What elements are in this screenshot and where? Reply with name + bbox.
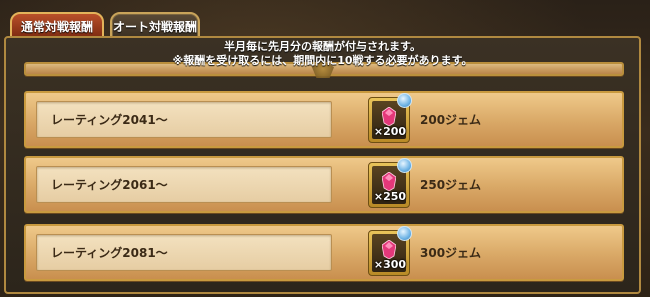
notice-line-1: 半月毎に先月分の報酬が付与されます。	[224, 40, 421, 53]
reward-quantity: ×200	[373, 125, 407, 138]
reward-quantity: ×250	[373, 190, 407, 203]
tab-normal-label: 通常対戦報酬	[20, 19, 93, 34]
water-drop-icon	[397, 93, 412, 108]
reward-amount: 200ジェム	[420, 113, 482, 127]
tab-auto-label: オート対戦報酬	[112, 19, 197, 34]
reward-row: レーティング2061～ ×250 250ジェム	[24, 156, 624, 213]
water-drop-icon	[397, 226, 412, 241]
rating-label: レーティング2081～	[36, 234, 332, 271]
reward-amount: 300ジェム	[420, 246, 482, 260]
water-drop-icon	[397, 158, 412, 173]
reward-item-slot[interactable]: ×300	[368, 226, 412, 276]
rewards-panel: 半月毎に先月分の報酬が付与されます。 ※報酬を受け取るには、期間内に10戦する必…	[4, 36, 641, 294]
gem-icon	[382, 107, 396, 126]
reward-quantity: ×300	[373, 258, 407, 271]
reward-item-slot[interactable]: ×200	[368, 93, 412, 143]
reward-item-slot[interactable]: ×250	[368, 158, 412, 208]
rating-label: レーティング2041～	[36, 101, 332, 138]
gem-icon	[382, 172, 396, 191]
reward-amount: 250ジェム	[420, 178, 482, 192]
reward-row: レーティング2041～ ×200 200ジェム	[24, 91, 624, 148]
reward-notice: 半月毎に先月分の報酬が付与されます。 ※報酬を受け取るには、期間内に10戦する必…	[6, 40, 639, 68]
notice-line-2: ※報酬を受け取るには、期間内に10戦する必要があります。	[172, 54, 473, 67]
rating-label: レーティング2061～	[36, 166, 332, 203]
gem-icon	[382, 240, 396, 259]
reward-row: レーティング2081～ ×300 300ジェム	[24, 224, 624, 281]
